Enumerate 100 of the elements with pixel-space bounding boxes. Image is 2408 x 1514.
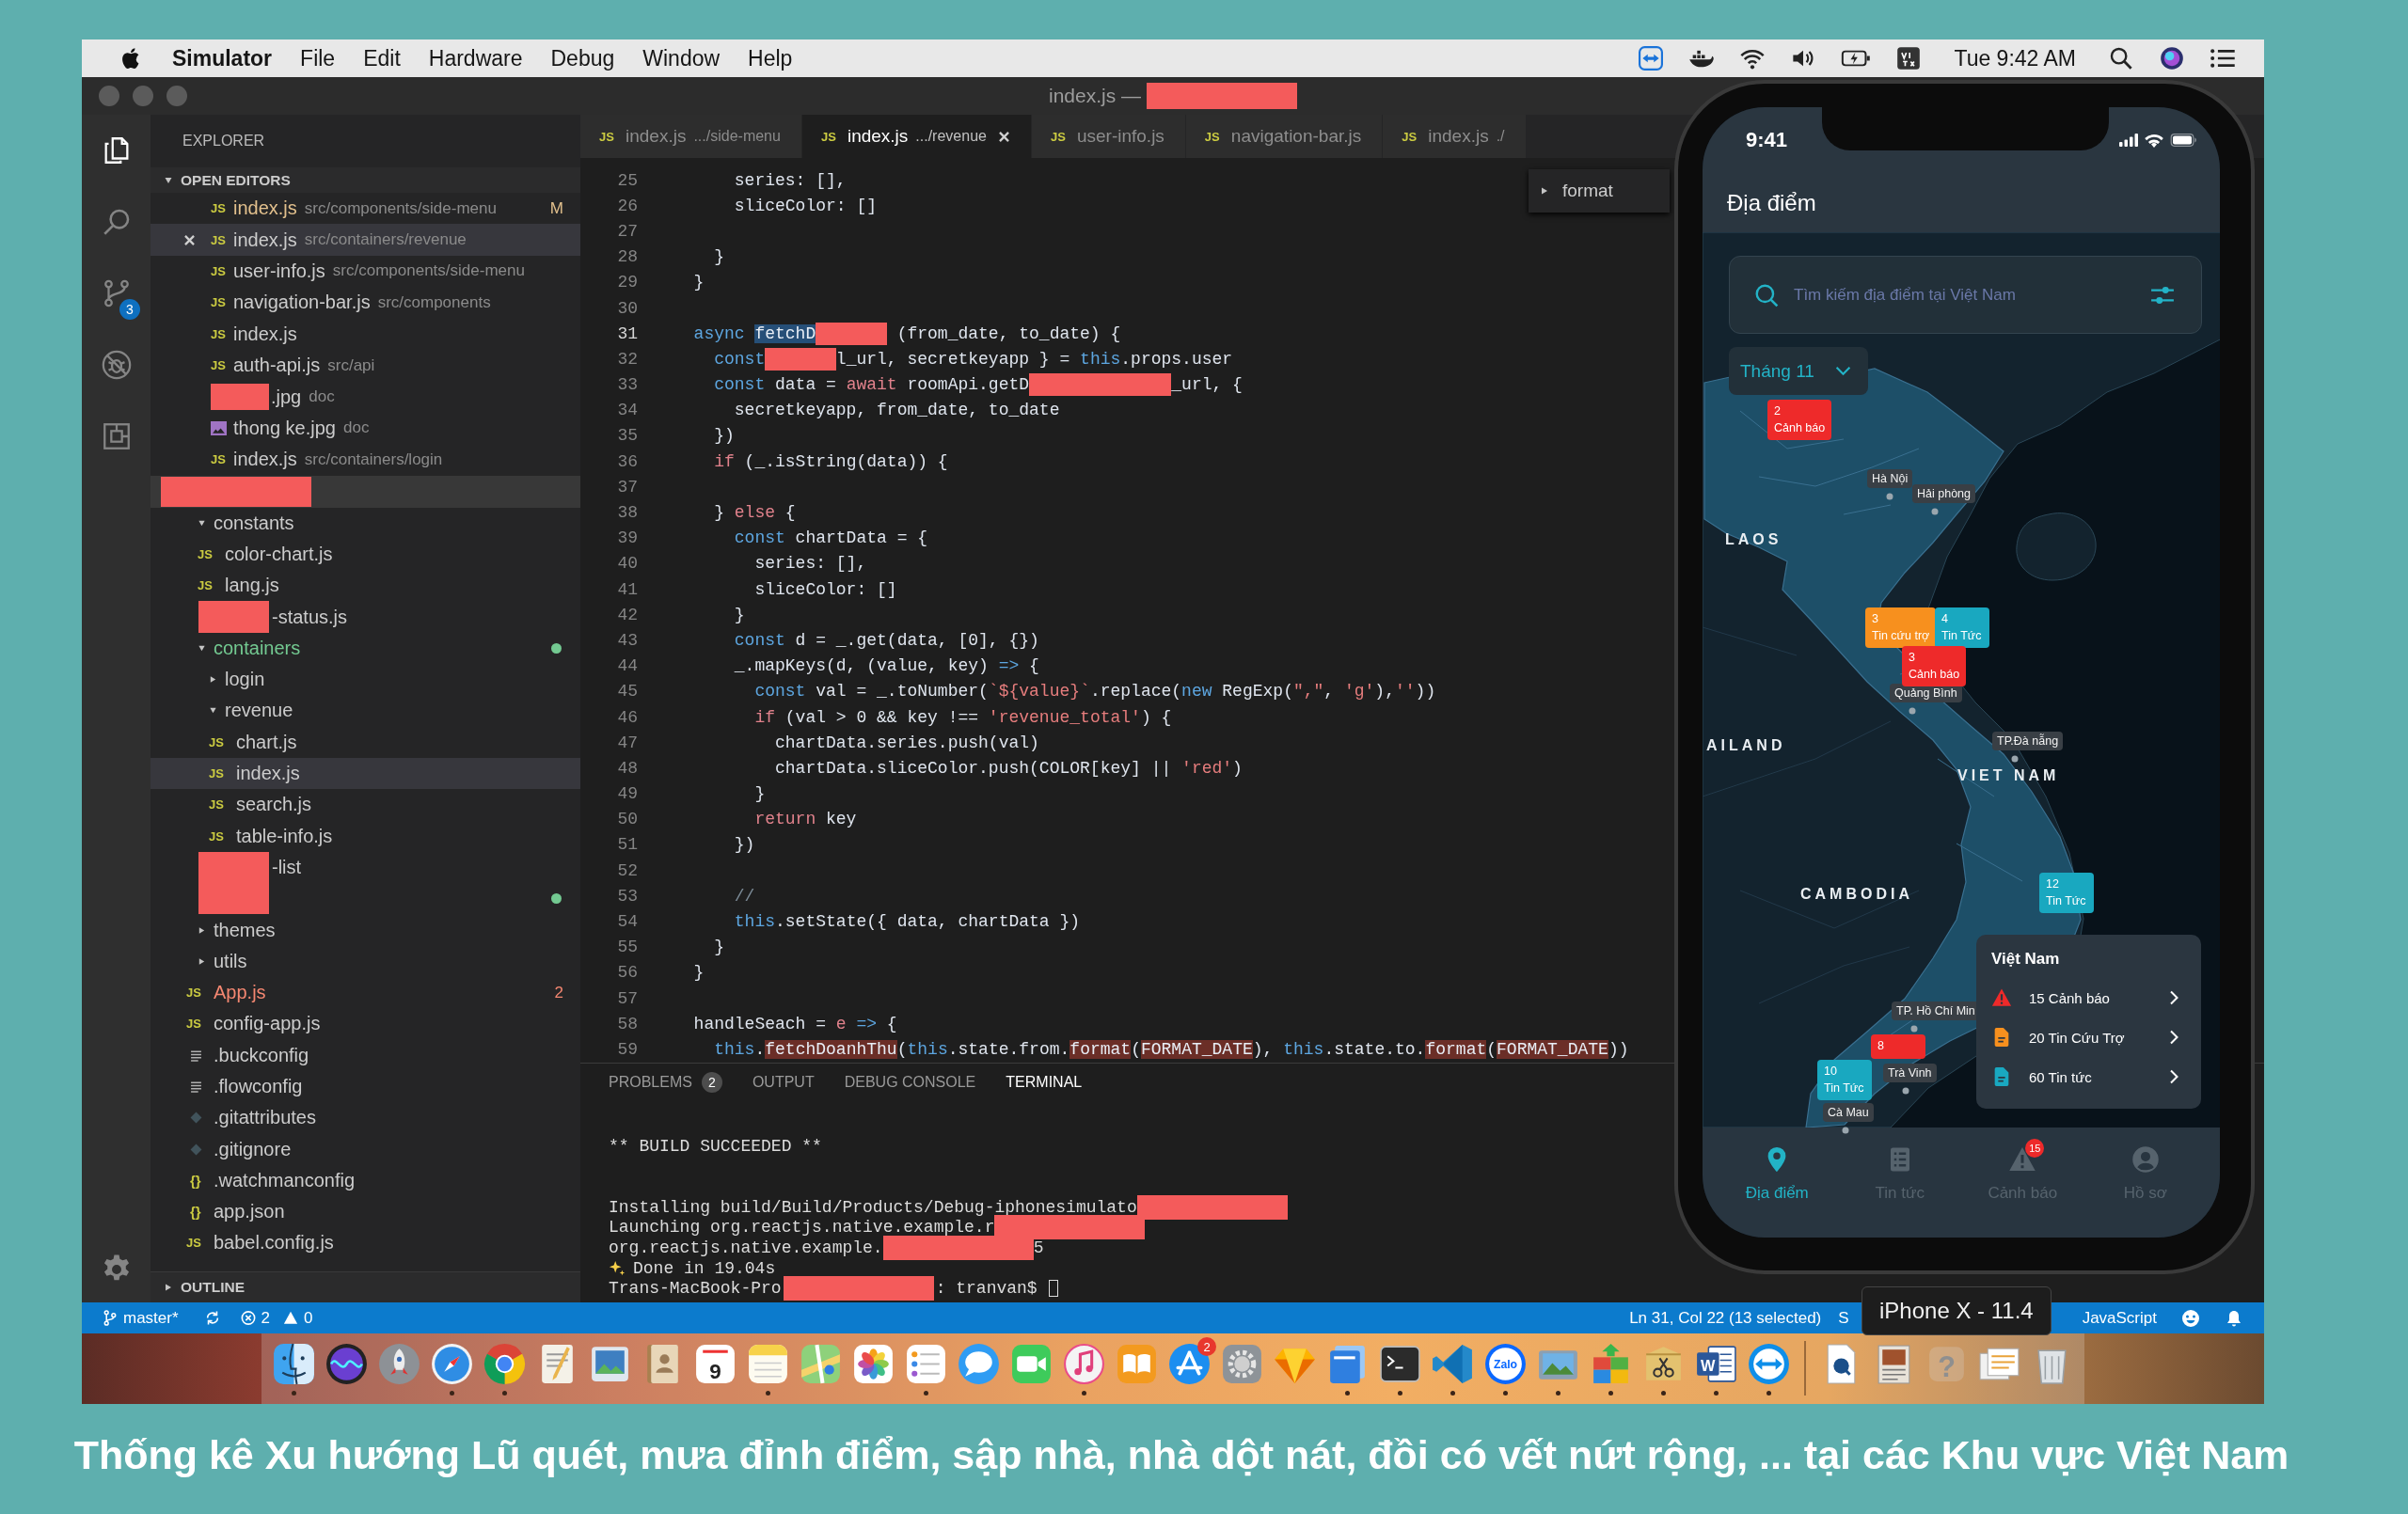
- menu-item[interactable]: Edit: [363, 45, 401, 71]
- panel-tab[interactable]: DEBUG CONSOLE: [844, 1074, 976, 1091]
- branch-button[interactable]: master*: [103, 1308, 179, 1328]
- city-label[interactable]: Cà Mau: [1823, 1103, 1874, 1122]
- city-label[interactable]: TP.Đà nẵng: [1992, 732, 2064, 750]
- menu-item[interactable]: Simulator: [172, 45, 273, 71]
- open-editor-item[interactable]: JS navigation-bar.js src/components: [150, 287, 580, 319]
- panel-tab[interactable]: OUTPUT: [752, 1074, 815, 1091]
- tree-item[interactable]: .flowconfig: [150, 1070, 580, 1103]
- face-icon[interactable]: [271, 1341, 317, 1387]
- orb-icon[interactable]: [2159, 46, 2185, 71]
- tree-item[interactable]: JS babel.config.js: [150, 1227, 580, 1259]
- close-icon[interactable]: [997, 130, 1010, 143]
- cursor-position[interactable]: Ln 31, Col 22 (13 selected): [1629, 1308, 1822, 1328]
- window-close-button[interactable]: [99, 86, 119, 106]
- editor-tab[interactable]: JS index.js .../revenue: [801, 115, 1032, 158]
- editor-tab[interactable]: JS index.js ./: [1383, 115, 1527, 158]
- city-label[interactable]: Trà Vinh: [1883, 1064, 1937, 1082]
- chat-bubble-icon[interactable]: [956, 1341, 1002, 1387]
- open-editor-item[interactable]: thong ke.jpg doc: [150, 412, 580, 445]
- tree-item[interactable]: JS search.js: [150, 789, 580, 821]
- tree-item[interactable]: JS lang.js: [150, 570, 580, 602]
- tree-item[interactable]: {} app.json: [150, 1196, 580, 1228]
- outline-dropdown[interactable]: format: [1529, 169, 1670, 213]
- close-icon[interactable]: [182, 233, 196, 246]
- indentation-button[interactable]: S: [1838, 1308, 1849, 1328]
- search-icon[interactable]: [2108, 46, 2134, 71]
- tree-item[interactable]: JS table-info.js: [150, 820, 580, 852]
- tree-item[interactable]: JS App.js 2: [150, 976, 580, 1009]
- no-bug-icon[interactable]: [100, 349, 133, 381]
- language-button[interactable]: JavaScript: [2082, 1308, 2157, 1328]
- summary-row[interactable]: 15 Cảnh báo: [1991, 978, 2188, 1017]
- section-header[interactable]: [150, 475, 580, 508]
- tree-item[interactable]: revenue: [150, 695, 580, 727]
- open-editor-item[interactable]: .jpg doc: [150, 381, 580, 413]
- tree-item[interactable]: JS color-chart.js: [150, 538, 580, 571]
- summary-row[interactable]: 20 Tin Cứu Trợ: [1991, 1017, 2188, 1057]
- window-zoom-button[interactable]: [166, 86, 187, 106]
- profile-icon: [2131, 1145, 2160, 1174]
- round-logo-icon[interactable]: Zalo: [1482, 1341, 1529, 1387]
- list-icon[interactable]: [2210, 46, 2236, 71]
- map-marker[interactable]: 3 Cảnh báo: [1902, 646, 1967, 686]
- bell-icon[interactable]: [2225, 1308, 2243, 1328]
- apple-icon[interactable]: [119, 46, 140, 71]
- panel-tab[interactable]: TERMINAL: [1006, 1074, 1083, 1091]
- window-minimize-button[interactable]: [133, 86, 153, 106]
- pencil-cross-icon[interactable]: [1166, 1341, 1212, 1387]
- menu-item[interactable]: Window: [642, 45, 721, 71]
- search-field[interactable]: Tìm kiếm địa điểm tại Việt Nam: [1729, 256, 2202, 334]
- tree-item[interactable]: themes: [150, 914, 580, 946]
- orb-icon[interactable]: [324, 1341, 370, 1387]
- editor-tab[interactable]: JS index.js .../side-menu: [580, 115, 802, 158]
- menu-item[interactable]: Help: [748, 45, 793, 71]
- city-label[interactable]: Hải phòng: [1912, 484, 1975, 503]
- map-marker[interactable]: 2 Cảnh báo: [1767, 400, 1832, 440]
- tree-item[interactable]: JS config-app.js: [150, 1008, 580, 1040]
- input-source-icon[interactable]: [1895, 46, 1923, 71]
- music-note-icon[interactable]: [1061, 1341, 1107, 1387]
- panel-tab[interactable]: PROBLEMS 2: [609, 1072, 722, 1093]
- error-count: 2: [261, 1308, 271, 1328]
- tree-item[interactable]: {} .watchmanconfig: [150, 1164, 580, 1197]
- tree-item[interactable]: JS index.js: [150, 757, 580, 790]
- code-text: series: [],: [754, 554, 867, 574]
- menu-clock[interactable]: Tue 9:42 AM: [1954, 45, 2076, 71]
- section-header[interactable]: OUTLINE: [150, 1271, 580, 1302]
- tree-item[interactable]: .gitattributes: [150, 1102, 580, 1134]
- editor-tab[interactable]: JS user-info.js: [1031, 115, 1186, 158]
- section-header[interactable]: OPEN EDITORS: [150, 167, 580, 193]
- tree-item[interactable]: JS chart.js: [150, 726, 580, 758]
- open-editor-item[interactable]: JS auth-api.js src/api: [150, 349, 580, 382]
- open-editor-item[interactable]: JS user-info.js src/components/side-menu: [150, 255, 580, 288]
- open-editor-item[interactable]: JS index.js: [150, 318, 580, 350]
- city-label[interactable]: Hà Nội: [1867, 469, 1913, 488]
- menu-item[interactable]: File: [300, 45, 336, 71]
- month-dropdown[interactable]: Tháng 11: [1729, 347, 1868, 395]
- editor-tab[interactable]: JS navigation-bar.js: [1185, 115, 1384, 158]
- tree-item[interactable]: containers: [150, 632, 580, 664]
- menu-item[interactable]: Debug: [550, 45, 615, 71]
- problems-button[interactable]: 2 0: [240, 1308, 321, 1328]
- compass-icon[interactable]: [429, 1341, 475, 1387]
- open-editor-item[interactable]: JS index.js src/containers/login: [150, 444, 580, 476]
- menu-item[interactable]: Hardware: [428, 45, 523, 71]
- summary-row[interactable]: 60 Tin tức: [1991, 1057, 2188, 1096]
- tree-item[interactable]: .buckconfig: [150, 1039, 580, 1071]
- rocket-icon[interactable]: [376, 1341, 422, 1387]
- color-wheel-icon[interactable]: [482, 1341, 528, 1387]
- sync-icon[interactable]: [204, 1310, 220, 1326]
- tree-item[interactable]: login: [150, 664, 580, 696]
- open-editor-item[interactable]: JS index.js src/components/side-menu M: [150, 193, 580, 225]
- count-badge: 15: [2025, 1139, 2045, 1158]
- bottom-tab[interactable]: Địa điểm: [1716, 1135, 1839, 1238]
- tree-item[interactable]: -list: [150, 851, 580, 884]
- tree-item[interactable]: constants: [150, 507, 580, 539]
- tree-item[interactable]: -status.js: [150, 601, 580, 633]
- open-editor-item[interactable]: JS index.js src/containers/revenue: [150, 224, 580, 256]
- map-marker[interactable]: 8: [1871, 1034, 1925, 1059]
- tree-item[interactable]: utils: [150, 945, 580, 977]
- smiley-icon[interactable]: [2181, 1308, 2200, 1328]
- search-input[interactable]: Tìm kiếm địa điểm tại Việt Nam: [1794, 280, 2135, 309]
- tree-item[interactable]: .gitignore: [150, 1133, 580, 1165]
